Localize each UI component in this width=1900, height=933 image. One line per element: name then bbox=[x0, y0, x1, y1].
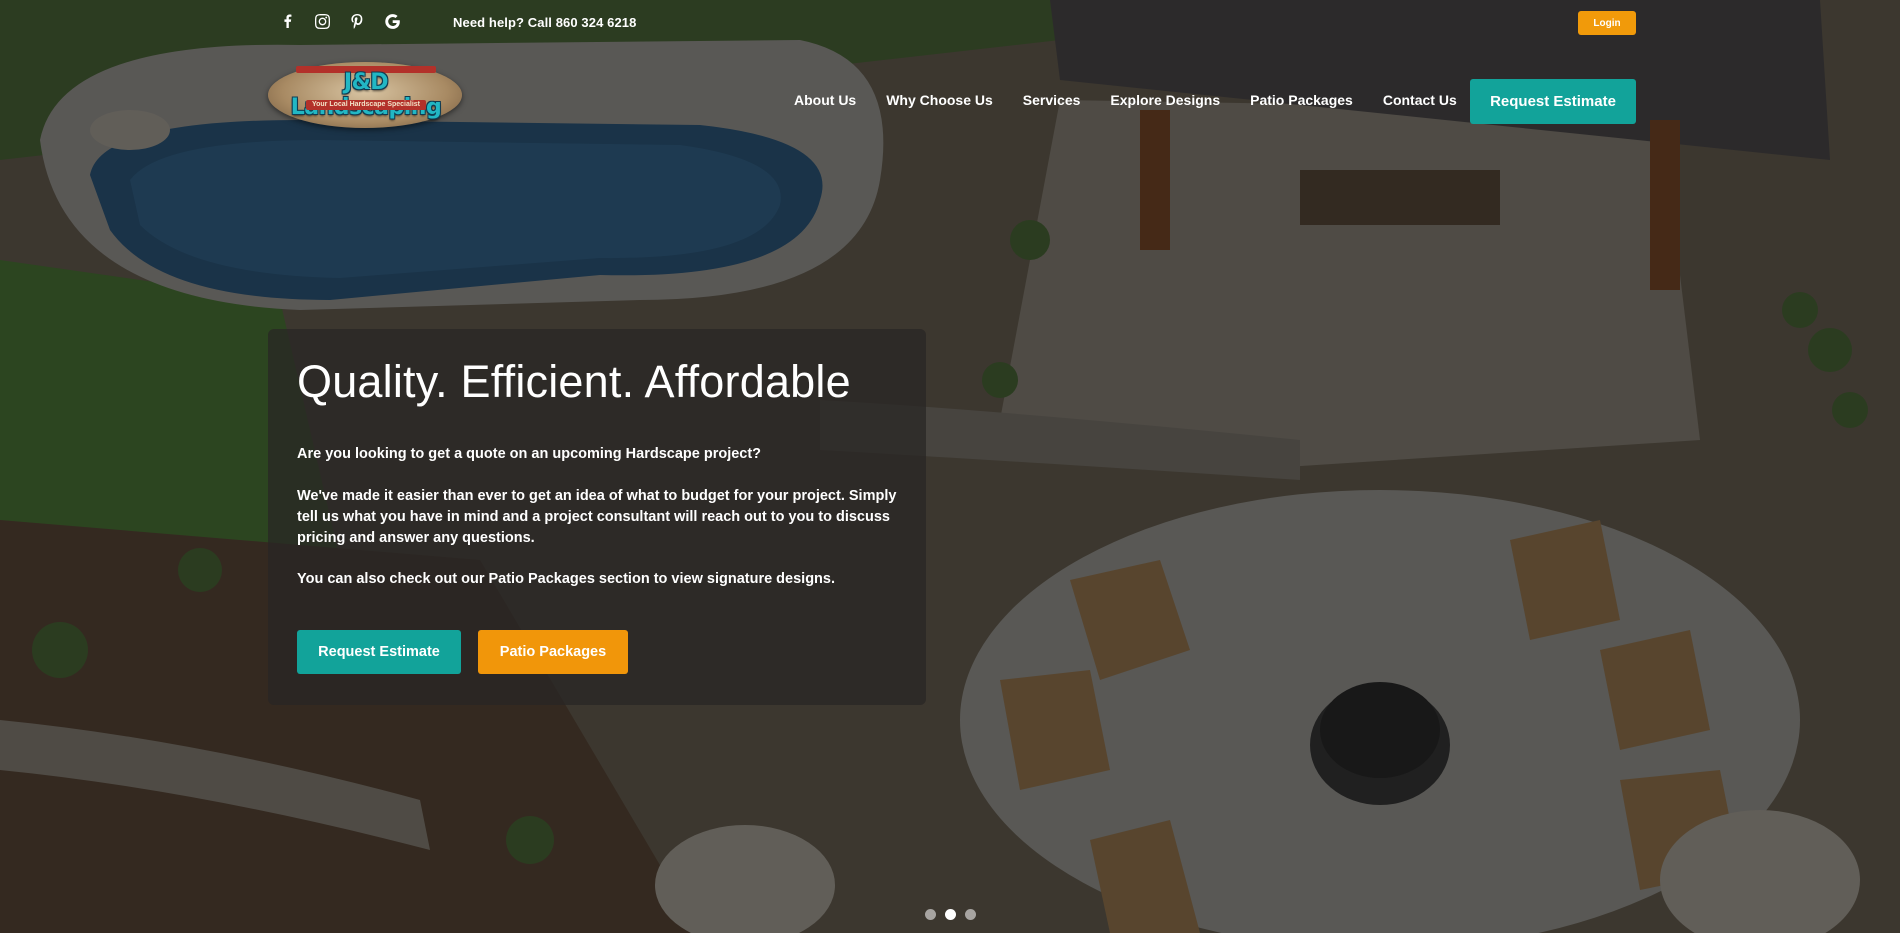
nav-item-patio-packages[interactable]: Patio Packages bbox=[1250, 92, 1353, 108]
nav-item-services[interactable]: Services bbox=[1023, 92, 1081, 108]
help-phone-text[interactable]: Need help? Call 860 324 6218 bbox=[453, 15, 636, 30]
request-estimate-header-button[interactable]: Request Estimate bbox=[1470, 79, 1636, 124]
hero-paragraph-3: You can also check out our Patio Package… bbox=[297, 571, 836, 587]
nav-item-why-choose-us[interactable]: Why Choose Us bbox=[886, 92, 993, 108]
nav-item-contact-us[interactable]: Contact Us bbox=[1383, 92, 1457, 108]
slider-dots bbox=[925, 909, 976, 920]
facebook-icon[interactable] bbox=[278, 12, 296, 30]
pinterest-icon[interactable] bbox=[348, 12, 366, 30]
top-bar: Need help? Call 860 324 6218 Login bbox=[0, 0, 1900, 42]
main-nav: About Us Why Choose Us Services Explore … bbox=[794, 92, 1487, 108]
social-links bbox=[278, 12, 401, 30]
nav-item-explore-designs[interactable]: Explore Designs bbox=[1110, 92, 1220, 108]
google-icon[interactable] bbox=[383, 12, 401, 30]
logo[interactable]: J&D Landscaping Your Local Hardscape Spe… bbox=[268, 62, 462, 128]
patio-packages-button[interactable]: Patio Packages bbox=[478, 630, 628, 674]
hero-paragraph-1: Are you looking to get a quote on an upc… bbox=[297, 446, 762, 462]
logo-tagline: Your Local Hardscape Specialist bbox=[306, 100, 426, 110]
hero-card: Quality. Efficient. Affordable Are you l… bbox=[268, 329, 926, 705]
request-estimate-button[interactable]: Request Estimate bbox=[297, 630, 461, 674]
logo-wordmark: J&D Landscaping bbox=[291, 70, 442, 120]
login-button[interactable]: Login bbox=[1578, 11, 1636, 35]
slider-dot-1[interactable] bbox=[925, 909, 936, 920]
instagram-icon[interactable] bbox=[313, 12, 331, 30]
hero-paragraph-2: We've made it easier than ever to get an… bbox=[297, 488, 897, 546]
slider-dot-2[interactable] bbox=[945, 909, 956, 920]
nav-item-about-us[interactable]: About Us bbox=[794, 92, 856, 108]
slider-dot-3[interactable] bbox=[965, 909, 976, 920]
hero-title: Quality. Efficient. Affordable bbox=[297, 356, 851, 407]
